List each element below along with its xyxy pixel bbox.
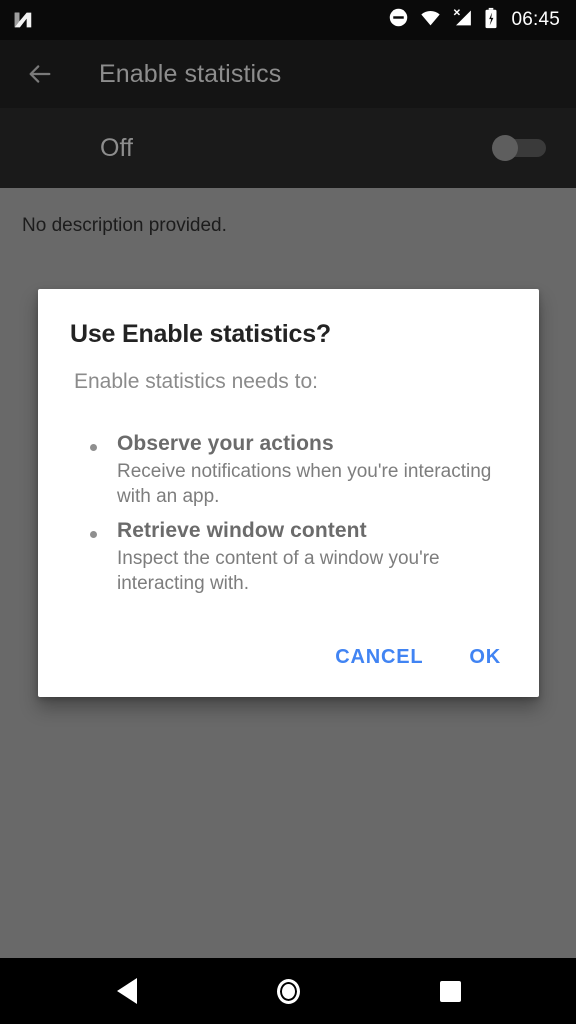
accessibility-permission-dialog: Use Enable statistics? Enable statistics… [38, 289, 539, 697]
permission-list-item: Observe your actions Receive notificatio… [74, 432, 514, 509]
dialog-button-bar: CANCEL OK [321, 636, 515, 679]
status-bar-left [12, 9, 34, 31]
nav-back-triangle [117, 978, 137, 1004]
dialog-title: Use Enable statistics? [70, 320, 331, 348]
nav-home-icon[interactable] [238, 958, 338, 1024]
permission-list-item: Retrieve window content Inspect the cont… [74, 519, 514, 596]
status-bar-clock: 06:45 [511, 9, 560, 30]
wifi-icon [419, 7, 442, 33]
permission-title: Retrieve window content [117, 519, 367, 542]
permission-description: Receive notifications when you're intera… [117, 461, 492, 507]
permission-title: Observe your actions [117, 432, 334, 455]
description-text: No description provided. [22, 215, 227, 236]
phone-screen: 06:45 Enable statistics Off No descripti… [0, 0, 576, 1024]
android-n-logo-icon [12, 9, 34, 31]
status-bar: 06:45 [0, 0, 576, 40]
switch-state-label: Off [100, 133, 133, 162]
bullet-dot-icon [90, 531, 97, 538]
back-arrow-icon[interactable] [12, 46, 68, 102]
enable-statistics-switch-row[interactable]: Off [0, 108, 576, 188]
system-navigation-bar [0, 958, 576, 1024]
cellular-signal-no-service-icon [452, 7, 474, 33]
page-title: Enable statistics [99, 59, 282, 88]
app-toolbar: Enable statistics [0, 40, 576, 108]
ok-button[interactable]: OK [455, 636, 515, 679]
bullet-dot-icon [90, 444, 97, 451]
permission-description: Inspect the content of a window you're i… [117, 548, 440, 594]
nav-back-icon[interactable] [77, 958, 177, 1024]
do-not-disturb-icon [388, 7, 409, 33]
cancel-button[interactable]: CANCEL [321, 636, 437, 679]
enable-statistics-toggle[interactable] [492, 135, 548, 161]
nav-recents-square [439, 980, 461, 1002]
toggle-thumb [492, 135, 518, 161]
nav-recents-icon[interactable] [400, 958, 500, 1024]
battery-charging-icon [484, 7, 498, 34]
dialog-subtitle: Enable statistics needs to: [74, 370, 318, 393]
nav-home-circle [276, 978, 300, 1004]
status-bar-right: 06:45 [388, 7, 560, 34]
